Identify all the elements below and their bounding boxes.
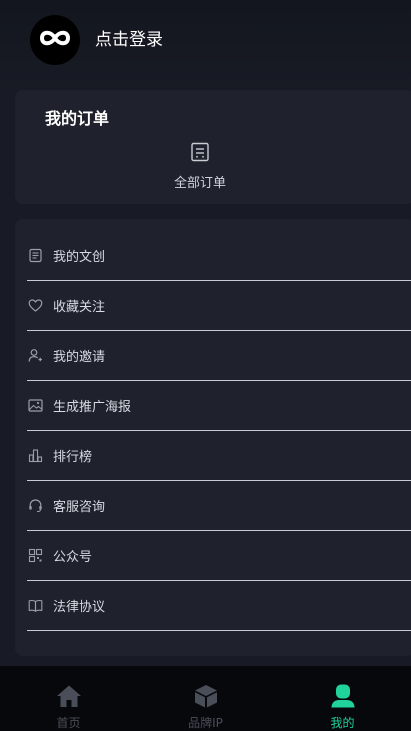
document-icon xyxy=(27,248,43,264)
menu-item-promo-poster[interactable]: 生成推广海报 xyxy=(27,381,411,431)
tab-mine[interactable]: 我的 xyxy=(274,666,411,731)
cube-icon xyxy=(193,684,219,712)
menu-card: 我的文创 收藏关注 我的邀请 生成推广海报 排行榜 客服咨询 公众号 法律协议 xyxy=(15,219,411,656)
menu-item-leaderboard[interactable]: 排行榜 xyxy=(27,431,411,481)
tab-label: 首页 xyxy=(56,716,81,730)
profile-screen: 点击登录 我的订单 全部订单 我的文创 收藏关注 我的邀请 生成推广海报 排行榜… xyxy=(0,0,411,731)
login-link[interactable]: 点击登录 xyxy=(95,29,163,51)
home-icon xyxy=(56,684,82,712)
menu-item-label: 客服咨询 xyxy=(53,500,106,515)
order-list-icon xyxy=(190,142,210,166)
profile-header: 点击登录 xyxy=(0,0,411,82)
menu-item-label: 生成推广海报 xyxy=(53,400,132,415)
menu-item-customer-service[interactable]: 客服咨询 xyxy=(27,481,411,531)
tab-label: 我的 xyxy=(330,716,355,730)
orders-title: 我的订单 xyxy=(45,109,110,128)
heart-icon xyxy=(27,298,43,314)
menu-item-favorites[interactable]: 收藏关注 xyxy=(27,281,411,331)
menu-item-label: 法律协议 xyxy=(53,600,106,615)
menu-item-invitations[interactable]: 我的邀请 xyxy=(27,331,411,381)
menu-item-my-creations[interactable]: 我的文创 xyxy=(27,231,411,281)
infinity-logo-icon xyxy=(38,28,72,52)
ranking-icon xyxy=(27,448,43,464)
menu-item-legal[interactable]: 法律协议 xyxy=(27,581,411,631)
headset-icon xyxy=(27,498,43,514)
all-orders-button[interactable]: 全部订单 xyxy=(170,142,230,191)
avatar[interactable] xyxy=(30,15,80,65)
menu-item-label: 我的邀请 xyxy=(53,350,106,365)
qrcode-icon xyxy=(27,548,43,564)
all-orders-label: 全部订单 xyxy=(173,176,226,191)
menu-list: 我的文创 收藏关注 我的邀请 生成推广海报 排行榜 客服咨询 公众号 法律协议 xyxy=(27,231,411,631)
menu-item-label: 收藏关注 xyxy=(53,300,106,315)
tab-label: 品牌IP xyxy=(188,716,223,730)
bottom-tab-bar: 首页 品牌IP 我的 xyxy=(0,666,411,731)
profile-icon xyxy=(330,684,356,712)
menu-item-label: 排行榜 xyxy=(53,450,93,465)
tab-brand-ip[interactable]: 品牌IP xyxy=(137,666,274,731)
tab-home[interactable]: 首页 xyxy=(0,666,137,731)
orders-card: 我的订单 全部订单 xyxy=(15,90,411,204)
menu-item-official-account[interactable]: 公众号 xyxy=(27,531,411,581)
book-icon xyxy=(27,598,43,614)
menu-item-label: 公众号 xyxy=(53,550,93,565)
image-icon xyxy=(27,398,43,414)
menu-item-label: 我的文创 xyxy=(53,250,106,265)
user-add-icon xyxy=(27,348,43,364)
